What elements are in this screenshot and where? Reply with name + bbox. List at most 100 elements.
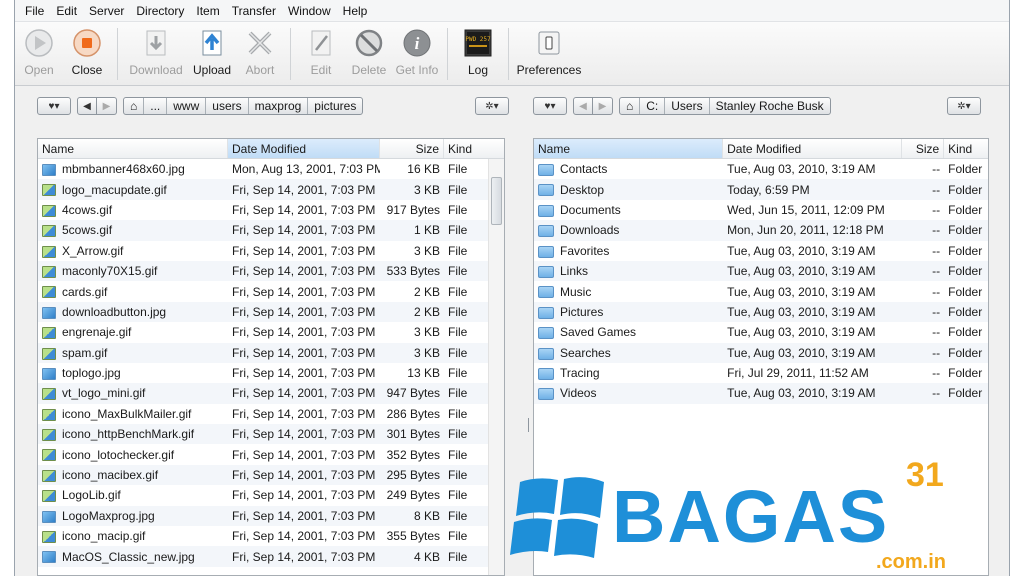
left-col-date[interactable]: Date Modified <box>228 139 380 158</box>
left-crumb-3[interactable]: maxprog <box>249 98 309 114</box>
folder-kind: Folder <box>948 202 983 217</box>
left-col-kind[interactable]: Kind <box>444 139 490 158</box>
table-row[interactable]: LogoMaxprog.jpg Fri, Sep 14, 2001, 7:03 P… <box>38 505 504 527</box>
table-row[interactable]: Desktop Today, 6:59 PM -- Folder <box>534 179 988 200</box>
table-row[interactable]: Searches Tue, Aug 03, 2010, 3:19 AM -- Fold… <box>534 342 988 363</box>
table-row[interactable]: toplogo.jpg Fri, Sep 14, 2001, 7:03 PM 13 … <box>38 363 504 383</box>
image-file-icon <box>42 327 56 340</box>
left-scroll-thumb[interactable] <box>491 177 502 225</box>
file-name: engrenaje.gif <box>62 325 132 340</box>
menu-server[interactable]: Server <box>83 4 130 18</box>
table-row[interactable]: mbmbanner468x60.jpg Mon, Aug 13, 2001, 7:… <box>38 159 504 179</box>
left-crumb-4[interactable]: pictures <box>308 98 362 114</box>
table-row[interactable]: Documents Wed, Jun 15, 2011, 12:09 PM -- Fo… <box>534 200 988 220</box>
right-crumb-2[interactable]: Stanley Roche Busk <box>710 98 830 114</box>
table-row[interactable]: icono_macibex.gif Fri, Sep 14, 2001, 7:03… <box>38 464 504 486</box>
folder-kind: Folder <box>948 264 983 279</box>
left-forward-button[interactable]: ▶ <box>97 97 117 115</box>
log-button[interactable]: PWD 257 Log <box>456 28 500 77</box>
left-action-gear-button[interactable]: ✲▾ <box>475 97 509 115</box>
table-row[interactable]: 4cows.gif Fri, Sep 14, 2001, 7:03 PM 917 B… <box>38 200 504 220</box>
table-row[interactable]: 5cows.gif Fri, Sep 14, 2001, 7:03 PM 1 KB F… <box>38 220 504 241</box>
table-row[interactable]: MacOS_Classic_new.jpg Fri, Sep 14, 2001, … <box>38 546 504 567</box>
folder-name: Saved Games <box>560 325 637 340</box>
table-row[interactable]: icono_lotochecker.gif Fri, Sep 14, 2001, … <box>38 444 504 464</box>
table-row[interactable]: icono_MaxBulkMailer.gif Fri, Sep 14, 2001… <box>38 404 504 424</box>
file-name-cell: LogoMaxprog.jpg <box>38 509 228 523</box>
watermark-domain: .com.in <box>876 551 946 570</box>
left-col-size[interactable]: Size <box>380 139 444 158</box>
left-crumb-1[interactable]: www <box>167 98 207 114</box>
edit-button[interactable]: Edit <box>299 28 343 77</box>
left-crumb-2[interactable]: users <box>206 98 249 114</box>
table-row[interactable]: vt_logo_mini.gif Fri, Sep 14, 2001, 7:03 … <box>38 383 504 404</box>
table-row[interactable]: spam.gif Fri, Sep 14, 2001, 7:03 PM 3 KB Fi… <box>38 342 504 363</box>
table-row[interactable]: Favorites Tue, Aug 03, 2010, 3:19 AM -- Fol… <box>534 241 988 261</box>
menu-directory[interactable]: Directory <box>130 4 190 18</box>
right-col-size[interactable]: Size <box>902 139 945 158</box>
right-action-gear-button[interactable]: ✲▾ <box>947 97 981 115</box>
left-breadcrumb: ⌂ ... www users maxprog pictures <box>123 97 364 115</box>
right-forward-button[interactable]: ▶ <box>593 97 613 115</box>
right-bookmarks-dropdown[interactable]: ♥▾ <box>533 97 567 115</box>
folder-name-cell: Desktop <box>534 183 723 197</box>
folder-size: -- <box>932 243 941 258</box>
left-back-button[interactable]: ◀ <box>77 97 97 115</box>
file-size: 13 KB <box>407 366 440 381</box>
table-row[interactable]: Contacts Tue, Aug 03, 2010, 3:19 AM -- Fold… <box>534 159 988 179</box>
table-row[interactable]: Downloads Mon, Jun 20, 2011, 12:18 PM -- Fo… <box>534 220 988 241</box>
file-name: LogoMaxprog.jpg <box>62 508 155 523</box>
toolbar-divider <box>447 28 448 80</box>
folder-size: -- <box>932 325 941 340</box>
file-name-cell: maconly70X15.gif <box>38 264 228 278</box>
file-date: Mon, Aug 13, 2001, 7:03 PM <box>232 162 380 177</box>
right-col-kind[interactable]: Kind <box>944 139 988 158</box>
delete-button[interactable]: Delete <box>347 28 391 77</box>
table-row[interactable]: icono_httpBenchMark.gif Fri, Sep 14, 2001… <box>38 424 504 445</box>
folder-icon <box>538 388 554 401</box>
table-row[interactable]: Music Tue, Aug 03, 2010, 3:19 AM -- Folder <box>534 281 988 301</box>
abort-button[interactable]: Abort <box>238 28 282 77</box>
menu-window[interactable]: Window <box>282 4 337 18</box>
menu-help[interactable]: Help <box>337 4 374 18</box>
table-row[interactable]: downloadbutton.jpg Fri, Sep 14, 2001, 7:0… <box>38 301 504 323</box>
preferences-button[interactable]: Preferences <box>517 28 581 77</box>
table-row[interactable]: logo_macupdate.gif Fri, Sep 14, 2001, 7:0… <box>38 179 504 200</box>
right-col-date[interactable]: Date Modified <box>723 139 903 158</box>
right-crumb-1[interactable]: Users <box>665 98 710 114</box>
download-button[interactable]: Download <box>126 28 186 77</box>
file-kind: File <box>448 243 468 258</box>
file-name: icono_lotochecker.gif <box>62 447 175 462</box>
right-back-button[interactable]: ◀ <box>573 97 593 115</box>
open-button[interactable]: Open <box>17 28 61 77</box>
left-bookmarks-dropdown[interactable]: ♥▾ <box>37 97 71 115</box>
menu-transfer[interactable]: Transfer <box>226 4 282 18</box>
get-info-button[interactable]: i Get Info <box>395 28 439 77</box>
right-crumb-0[interactable]: C: <box>640 98 666 114</box>
table-row[interactable]: Tracing Fri, Jul 29, 2011, 11:52 AM -- Fold… <box>534 363 988 383</box>
table-row[interactable]: engrenaje.gif Fri, Sep 14, 2001, 7:03 PM 3… <box>38 322 504 342</box>
table-row[interactable]: icono_macip.gif Fri, Sep 14, 2001, 7:03 P… <box>38 526 504 546</box>
table-row[interactable]: Saved Games Tue, Aug 03, 2010, 3:19 AM -- F… <box>534 322 988 342</box>
table-row[interactable]: X_Arrow.gif Fri, Sep 14, 2001, 7:03 PM 3 K… <box>38 241 504 261</box>
file-name: 4cows.gif <box>62 202 113 217</box>
upload-button[interactable]: Upload <box>190 28 234 77</box>
menu-file[interactable]: File <box>19 4 50 18</box>
left-col-name[interactable]: Name <box>38 139 228 158</box>
menu-edit[interactable]: Edit <box>50 4 83 18</box>
table-row[interactable]: Videos Tue, Aug 03, 2010, 3:19 AM -- Folder <box>534 383 988 404</box>
table-row[interactable]: Links Tue, Aug 03, 2010, 3:19 AM -- Folder <box>534 260 988 282</box>
table-row[interactable]: maconly70X15.gif Fri, Sep 14, 2001, 7:03 … <box>38 260 504 282</box>
table-row[interactable]: LogoLib.gif Fri, Sep 14, 2001, 7:03 PM 249… <box>38 485 504 505</box>
home-icon[interactable]: ⌂ <box>124 98 145 114</box>
table-row[interactable]: Pictures Tue, Aug 03, 2010, 3:19 AM -- Fold… <box>534 301 988 323</box>
left-crumb-0[interactable]: ... <box>144 98 168 114</box>
file-name: spam.gif <box>62 345 108 360</box>
left-scrollbar[interactable] <box>488 159 504 575</box>
close-button[interactable]: Close <box>65 28 109 77</box>
right-col-name[interactable]: Name <box>534 139 724 158</box>
home-icon[interactable]: ⌂ <box>620 98 641 114</box>
menu-item[interactable]: Item <box>190 4 225 18</box>
table-row[interactable]: cards.gif Fri, Sep 14, 2001, 7:03 PM 2 KB F… <box>38 281 504 301</box>
file-kind: File <box>448 325 468 340</box>
